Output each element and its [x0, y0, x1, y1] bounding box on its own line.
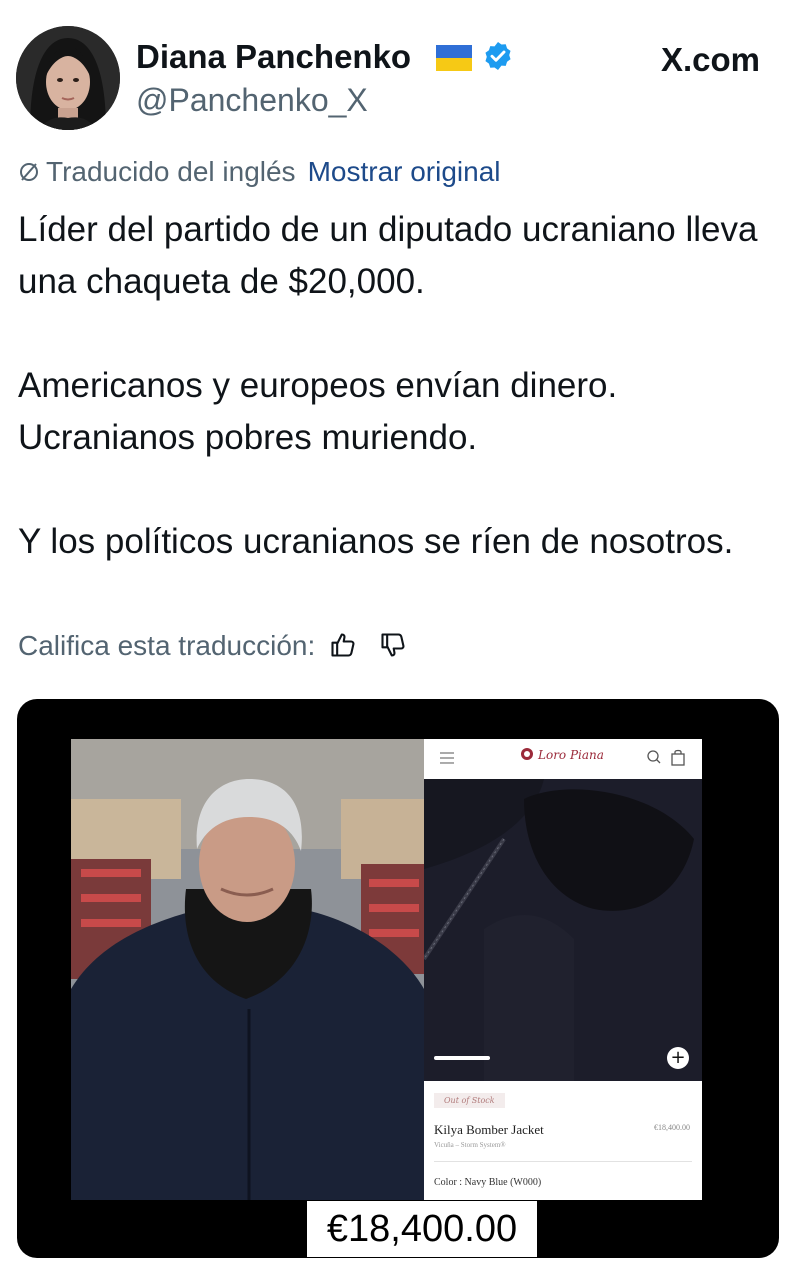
stock-status-badge: Out of Stock: [434, 1093, 505, 1108]
divider: [434, 1161, 692, 1162]
verified-badge-icon[interactable]: [482, 40, 514, 72]
tweet-paragraph-3: Y los políticos ucranianos se ríen de no…: [18, 522, 734, 561]
shopping-bag-icon: [670, 748, 686, 766]
hamburger-menu-icon: [438, 749, 456, 767]
brand-emblem-icon: [520, 747, 534, 761]
product-color: Color : Navy Blue (W000): [434, 1177, 542, 1188]
shop-header: Loro Piana: [424, 739, 702, 779]
tweet-paragraph-2-line-1: Americanos y europeos envían dinero.: [18, 366, 618, 405]
translated-from-label: Traducido del inglés: [46, 156, 296, 187]
product-price: €18,400.00: [654, 1123, 690, 1132]
thumbs-down-icon[interactable]: [379, 631, 407, 659]
x-brand-watermark: X.com: [660, 41, 760, 78]
author-avatar[interactable]: [16, 26, 120, 130]
translation-notice: Traducido del inglés Mostrar original: [18, 156, 501, 188]
rate-translation-label: Califica esta traducción:: [18, 630, 316, 661]
product-name: Kilya Bomber Jacket: [434, 1122, 544, 1137]
politician-photo[interactable]: [71, 739, 424, 1200]
carousel-indicator: [434, 1056, 490, 1060]
rate-translation: Califica esta traducción:: [18, 630, 407, 662]
thumbs-up-icon[interactable]: [329, 631, 357, 659]
price-caption: €18,400.00: [307, 1201, 537, 1257]
plus-icon: +: [667, 1047, 689, 1069]
jacket-photo: +: [424, 779, 702, 1081]
product-material: Vicuña – Storm System®: [434, 1141, 506, 1149]
brand-name: Loro Piana: [538, 748, 604, 762]
ukraine-flag-icon: [436, 45, 472, 71]
brand-logo: Loro Piana: [520, 747, 604, 762]
tweet-header: Diana Panchenko @Panchenko_X X.com: [16, 26, 780, 132]
search-icon: [646, 749, 662, 765]
shop-screenshot: Loro Piana + Out of Stock Kilya Bomber J…: [424, 739, 702, 1200]
tweet-media[interactable]: Loro Piana + Out of Stock Kilya Bomber J…: [17, 699, 779, 1258]
tweet-body: Líder del partido de un diputado ucrania…: [18, 204, 778, 568]
show-original-link[interactable]: Mostrar original: [308, 156, 501, 187]
translate-icon: [18, 158, 40, 181]
author-handle[interactable]: @Panchenko_X: [136, 82, 368, 119]
author-display-name[interactable]: Diana Panchenko: [136, 38, 411, 76]
tweet-paragraph-2-line-2: Ucranianos pobres muriendo.: [18, 418, 478, 457]
tweet-paragraph-1: Líder del partido de un diputado ucrania…: [18, 210, 758, 301]
